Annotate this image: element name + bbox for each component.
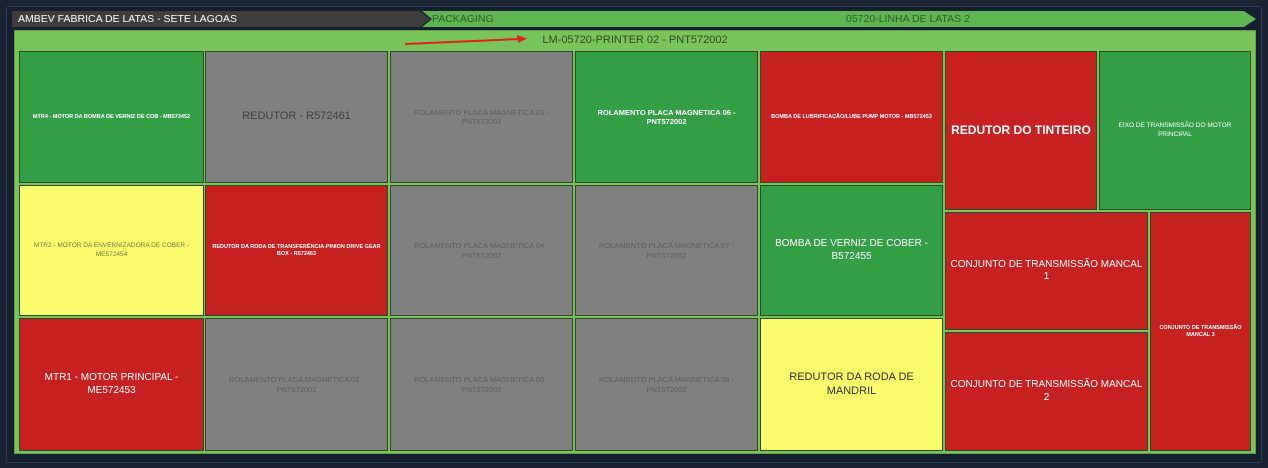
breadcrumb-area[interactable]: PACKAGING (422, 11, 850, 27)
treemap-title[interactable]: LM-05720-PRINTER 02 - PNT572002 (15, 31, 1255, 49)
asset-tile[interactable]: REDUTOR DA RODA DE TRANSFERÊNCIA-PINION … (205, 185, 388, 316)
asset-tile[interactable]: MTR4 - MOTOR DA BOMBA DE VERNIZ DE COB -… (19, 51, 204, 183)
asset-tile[interactable]: REDUTOR DA RODA DE MANDRIL (760, 318, 943, 451)
asset-treemap: LM-05720-PRINTER 02 - PNT572002 MTR4 - M… (14, 30, 1256, 454)
asset-tile[interactable]: ROLAMENTO PLACA MAGNETICA 03 - PNT572002 (390, 51, 573, 183)
breadcrumb-site[interactable]: AMBEV FABRICA DE LATAS - SETE LAGOAS (12, 11, 430, 27)
asset-tile[interactable]: ROLAMENTO PLACA MAGNETICA 07 - PNT572002 (575, 185, 758, 316)
breadcrumb-line[interactable]: 05720-LINHA DE LATAS 2 (834, 11, 1256, 27)
asset-tile[interactable]: ROLAMENTO PLACA MAGNETICA 08 - PNT572002 (575, 318, 758, 451)
asset-tile[interactable]: MTR2 - MOTOR DA ENVERNIZADORA DE COBER -… (19, 185, 204, 316)
asset-tile[interactable]: CONJUNTO DE TRANSMISSÃO MANCAL 3 (1150, 212, 1251, 451)
asset-tile[interactable]: BOMBA DE VERNIZ DE COBER - B572455 (760, 185, 943, 316)
asset-tile[interactable]: ROLAMENTO PLACA MAGNETICA 05 - PNT572002 (390, 318, 573, 451)
asset-tile[interactable]: ROLAMENTO PLACA MAGNETICA 06 - PNT572002 (575, 51, 758, 183)
breadcrumb: AMBEV FABRICA DE LATAS - SETE LAGOAS PAC… (12, 11, 1256, 27)
asset-tile[interactable]: EIXO DE TRANSMISSÃO DO MOTOR PRINCIPAL (1099, 51, 1251, 210)
red-arrow-icon (405, 35, 527, 45)
asset-tile[interactable]: BOMBA DE LUBRIFICAÇÃO/LUBE PUMP MOTOR - … (760, 51, 943, 183)
asset-tile[interactable]: CONJUNTO DE TRANSMISSÃO MANCAL 2 (945, 332, 1148, 451)
asset-tile[interactable]: REDUTOR DO TINTEIRO (945, 51, 1097, 210)
asset-tile[interactable]: CONJUNTO DE TRANSMISSÃO MANCAL 1 (945, 212, 1148, 330)
asset-tile[interactable]: REDUTOR - R572461 (205, 51, 388, 183)
asset-tile[interactable]: ROLAMENTO PLACA MAGNETICA 02 - PNT572002 (205, 318, 388, 451)
asset-tile[interactable]: MTR1 - MOTOR PRINCIPAL - ME572453 (19, 318, 204, 451)
asset-tile[interactable]: ROLAMENTO PLACA MAGNETICA 04 - PNT572002 (390, 185, 573, 316)
